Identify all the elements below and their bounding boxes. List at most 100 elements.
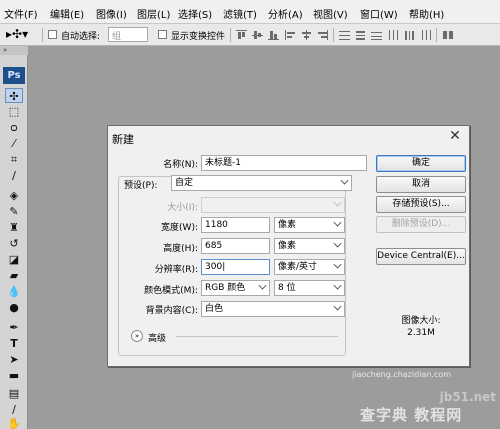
chevron-down-icon: [258, 281, 267, 290]
resolution-input[interactable]: 300|: [201, 259, 270, 275]
height-value: 685: [205, 241, 223, 251]
width-label: 宽度(W):: [161, 223, 198, 233]
distribute-vcenter-icon[interactable]: [355, 30, 366, 40]
width-unit-value: 像素: [278, 220, 297, 230]
path-selection-tool-icon[interactable]: ➤: [5, 352, 23, 367]
menu-layer[interactable]: 图层(L): [137, 6, 170, 21]
delete-preset-button[interactable]: 删除预设(D)...: [376, 216, 466, 233]
photoshop-logo: Ps: [3, 67, 25, 84]
dodge-tool-icon[interactable]: ●: [5, 300, 23, 315]
shape-tool-icon[interactable]: ▬: [5, 368, 23, 383]
chevron-down-icon: [333, 218, 342, 227]
align-right-icon[interactable]: [317, 30, 328, 40]
align-hcenter-icon[interactable]: [301, 30, 312, 40]
chevron-down-icon: [333, 281, 342, 290]
resolution-unit-value: 像素/英寸: [278, 262, 318, 272]
move-tool-icon[interactable]: ✣: [5, 88, 23, 103]
pen-tool-icon[interactable]: ✒: [5, 320, 23, 335]
divider: [176, 336, 338, 337]
background-value: 白色: [205, 304, 224, 314]
menu-select[interactable]: 选择(S): [178, 6, 212, 21]
blur-tool-icon[interactable]: 💧: [5, 284, 23, 299]
chevron-down-icon: [340, 176, 349, 185]
distribute-right-icon[interactable]: [420, 30, 431, 40]
auto-select-value: 组: [112, 32, 122, 42]
chevron-down-icon: [333, 260, 342, 269]
name-label: 名称(N):: [163, 160, 198, 170]
preset-select[interactable]: 自定: [171, 175, 352, 191]
ok-button[interactable]: 确定: [376, 155, 466, 172]
image-size-value: 2.31M: [407, 328, 435, 338]
lasso-tool-icon[interactable]: ᴑ: [5, 120, 23, 135]
distribute-bottom-icon[interactable]: [371, 30, 382, 40]
eyedropper-sample-tool-icon[interactable]: ∕: [5, 402, 23, 417]
close-icon[interactable]: ✕: [447, 128, 463, 144]
auto-align-layers-icon[interactable]: [443, 30, 454, 40]
history-brush-tool-icon[interactable]: ↺: [5, 236, 23, 251]
menu-analysis[interactable]: 分析(A): [268, 6, 303, 21]
background-select[interactable]: 白色: [201, 301, 345, 317]
divider: [333, 28, 334, 42]
align-left-icon[interactable]: [285, 30, 296, 40]
healing-brush-tool-icon[interactable]: ◈: [5, 188, 23, 203]
height-unit-select[interactable]: 像素: [274, 238, 345, 254]
distribute-left-icon[interactable]: [388, 30, 399, 40]
eraser-tool-icon[interactable]: ◪: [5, 252, 23, 267]
eyedropper-tool-icon[interactable]: ∕: [5, 168, 23, 183]
menu-image[interactable]: 图像(I): [96, 6, 127, 21]
align-bottom-icon[interactable]: [268, 30, 279, 40]
color-mode-select[interactable]: RGB 颜色: [201, 280, 270, 296]
watermark-brand: 查字典 教程网: [360, 406, 463, 424]
width-unit-select[interactable]: 像素: [274, 217, 345, 233]
distribute-top-icon[interactable]: [339, 30, 350, 40]
resolution-unit-select[interactable]: 像素/英寸: [274, 259, 345, 275]
move-tool-preset-icon[interactable]: ▸✣▾: [6, 27, 28, 41]
new-document-dialog: 新建 ✕ 名称(N): 未标题-1 预设(P): 自定 大小(I): 宽度(W)…: [107, 125, 470, 367]
notes-tool-icon[interactable]: ▤: [5, 386, 23, 401]
auto-select-checkbox[interactable]: [48, 30, 57, 39]
menu-edit[interactable]: 编辑(E): [50, 6, 84, 21]
marquee-tool-icon[interactable]: ⬚: [5, 104, 23, 119]
chevron-down-icon: [333, 198, 342, 207]
align-vcenter-icon[interactable]: [252, 30, 263, 40]
menu-bar: 文件(F) 编辑(E) 图像(I) 图层(L) 选择(S) 滤镜(T) 分析(A…: [0, 0, 500, 24]
magic-wand-tool-icon[interactable]: ⁄: [5, 136, 23, 151]
size-select[interactable]: [201, 197, 345, 213]
divider: [436, 28, 437, 42]
type-tool-icon[interactable]: T: [5, 336, 23, 351]
menu-file[interactable]: 文件(F): [4, 6, 38, 21]
advanced-label: 高级: [148, 334, 167, 344]
menu-filter[interactable]: 滤镜(T): [223, 6, 257, 21]
clone-stamp-tool-icon[interactable]: ♜: [5, 220, 23, 235]
brush-tool-icon[interactable]: ✎: [5, 204, 23, 219]
advanced-expand-icon[interactable]: »: [131, 330, 143, 342]
name-input[interactable]: 未标题-1: [201, 155, 367, 171]
bit-depth-value: 8 位: [278, 283, 296, 293]
bit-depth-select[interactable]: 8 位: [274, 280, 345, 296]
width-input[interactable]: 1180: [201, 217, 270, 233]
auto-select-label: 自动选择:: [61, 32, 101, 42]
align-top-icon[interactable]: [236, 30, 247, 40]
menu-help[interactable]: 帮助(H): [409, 6, 444, 21]
device-central-button[interactable]: Device Central(E)...: [376, 248, 466, 265]
color-mode-value: RGB 颜色: [205, 283, 246, 293]
background-label: 背景内容(C):: [145, 306, 198, 316]
hand-tool-icon[interactable]: ✋: [5, 416, 23, 429]
menu-window[interactable]: 窗口(W): [360, 6, 398, 21]
auto-select-dropdown[interactable]: 组: [108, 27, 148, 42]
show-transform-checkbox[interactable]: [158, 30, 167, 39]
distribute-hcenter-icon[interactable]: [404, 30, 415, 40]
save-preset-button[interactable]: 存储预设(S)...: [376, 196, 466, 213]
toolbox-collapse-icon[interactable]: »: [0, 46, 28, 55]
size-label: 大小(I):: [167, 203, 198, 213]
crop-tool-icon[interactable]: ⌗: [5, 152, 23, 167]
name-value: 未标题-1: [205, 158, 241, 168]
resolution-value: 300: [205, 262, 223, 272]
gradient-tool-icon[interactable]: ▰: [5, 268, 23, 283]
cancel-button[interactable]: 取消: [376, 176, 466, 193]
height-label: 高度(H):: [163, 244, 198, 254]
height-input[interactable]: 685: [201, 238, 270, 254]
chevron-down-icon: [333, 239, 342, 248]
menu-view[interactable]: 视图(V): [313, 6, 348, 21]
show-transform-label: 显示变换控件: [171, 32, 226, 42]
